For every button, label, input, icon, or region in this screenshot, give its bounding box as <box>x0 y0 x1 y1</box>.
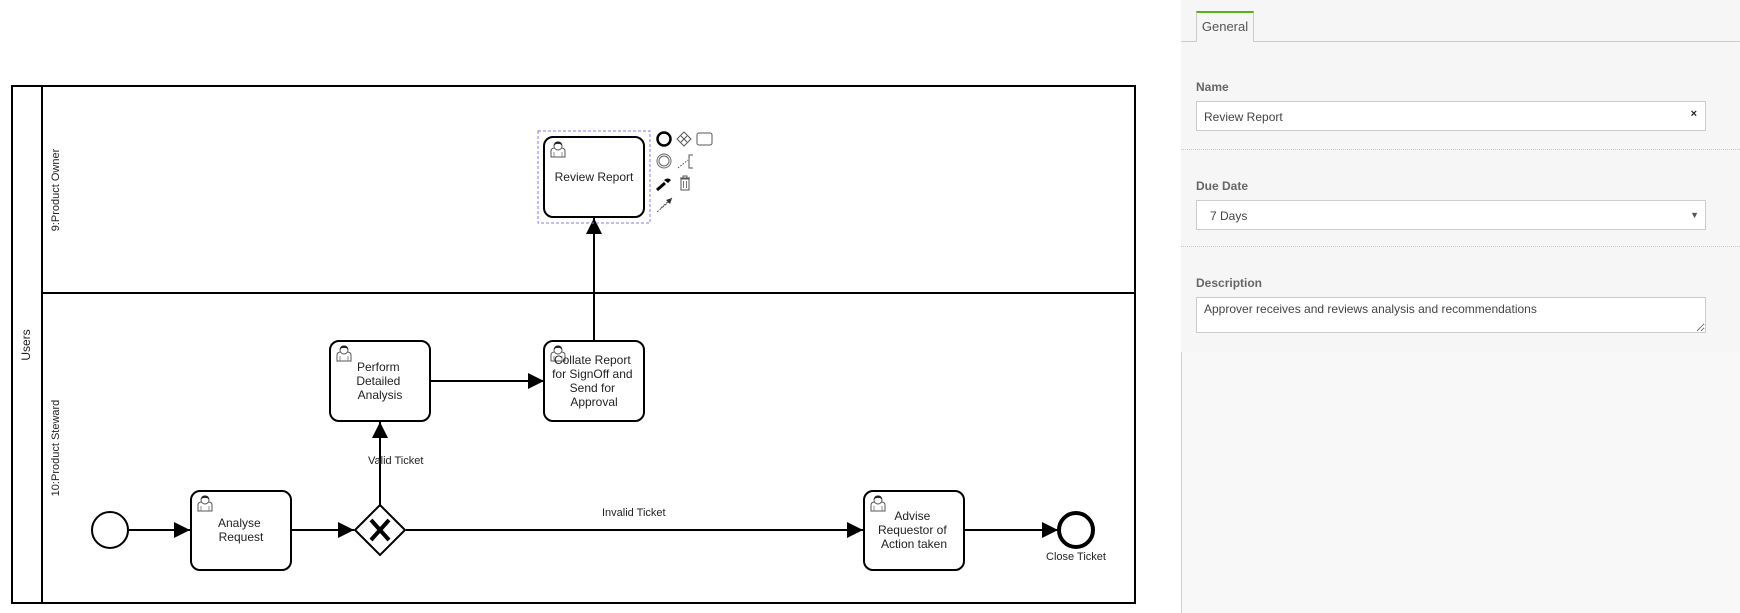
chevron-down-icon: ▼ <box>1690 210 1699 220</box>
lane-label-product-steward: 10:Product Steward <box>50 400 62 497</box>
task-analyse-request[interactable]: Analyse Request <box>190 490 292 571</box>
change-type-wrench-icon[interactable] <box>656 178 671 192</box>
flow-label-invalid-ticket[interactable]: Invalid Ticket <box>602 507 666 519</box>
task-review-report[interactable]: Review Report <box>537 130 651 224</box>
append-end-event-icon[interactable] <box>656 131 672 147</box>
exclusive-gateway[interactable] <box>353 503 407 557</box>
due-date-label: Due Date <box>1196 179 1249 193</box>
panel-tabs: General <box>1181 0 1740 42</box>
description-group: Description Approver receives and review… <box>1181 246 1740 352</box>
description-textarea[interactable]: Approver receives and reviews analysis a… <box>1196 297 1706 333</box>
end-event-label: Close Ticket <box>1046 551 1106 563</box>
append-gateway-icon[interactable] <box>676 131 692 147</box>
name-group: Name Review Report × <box>1181 42 1740 150</box>
properties-panel-body: General Name Review Report × Due Date 7 … <box>1181 0 1740 352</box>
bpmn-canvas[interactable]: Users 9:Product Owner 10:Product Steward… <box>0 0 1180 613</box>
svg-text:Review Report: Review Report <box>555 170 634 184</box>
task-collate-report[interactable]: Collate Report for SignOff and Send for … <box>543 340 645 422</box>
context-pad <box>656 131 713 213</box>
properties-panel-empty-area <box>1181 352 1740 613</box>
append-task-icon[interactable] <box>696 132 713 146</box>
description-label: Description <box>1196 276 1263 290</box>
properties-panel: General Name Review Report × Due Date 7 … <box>1181 0 1740 613</box>
task-advise-requestor[interactable]: Advise Requestor of Action taken <box>863 490 965 571</box>
name-label: Name <box>1196 80 1229 94</box>
pool-label: Users <box>19 329 33 360</box>
name-value: Review Report <box>1204 110 1283 124</box>
due-date-value: 7 Days <box>1210 209 1248 223</box>
svg-text:Analyse Request: Analyse Request <box>218 516 264 544</box>
due-date-select[interactable]: 7 Days ▼ <box>1196 200 1706 230</box>
connect-arrow-icon[interactable] <box>656 197 673 213</box>
task-perform-detailed-analysis[interactable]: Perform Detailed Analysis <box>329 340 431 422</box>
lane-product-steward[interactable]: 10:Product Steward <box>50 400 62 497</box>
flow-label-valid-ticket[interactable]: Valid Ticket <box>368 455 423 467</box>
end-event-close-ticket[interactable]: Close Ticket <box>1046 511 1106 563</box>
tab-general[interactable]: General <box>1196 11 1254 42</box>
clear-name-button[interactable]: × <box>1691 108 1697 120</box>
due-date-group: Due Date 7 Days ▼ <box>1181 149 1740 247</box>
append-intermediate-event-icon[interactable] <box>656 153 672 169</box>
svg-text:Perform Detailed A: Perform Detailed Analysis <box>356 360 403 402</box>
start-event[interactable] <box>91 511 129 549</box>
text-annotation-icon[interactable] <box>677 154 693 169</box>
lane-label-product-owner: 9:Product Owner <box>50 148 62 231</box>
lane-product-owner[interactable]: 9:Product Owner <box>50 148 62 231</box>
name-input[interactable]: Review Report × <box>1196 101 1706 131</box>
delete-trash-icon[interactable] <box>680 175 690 191</box>
